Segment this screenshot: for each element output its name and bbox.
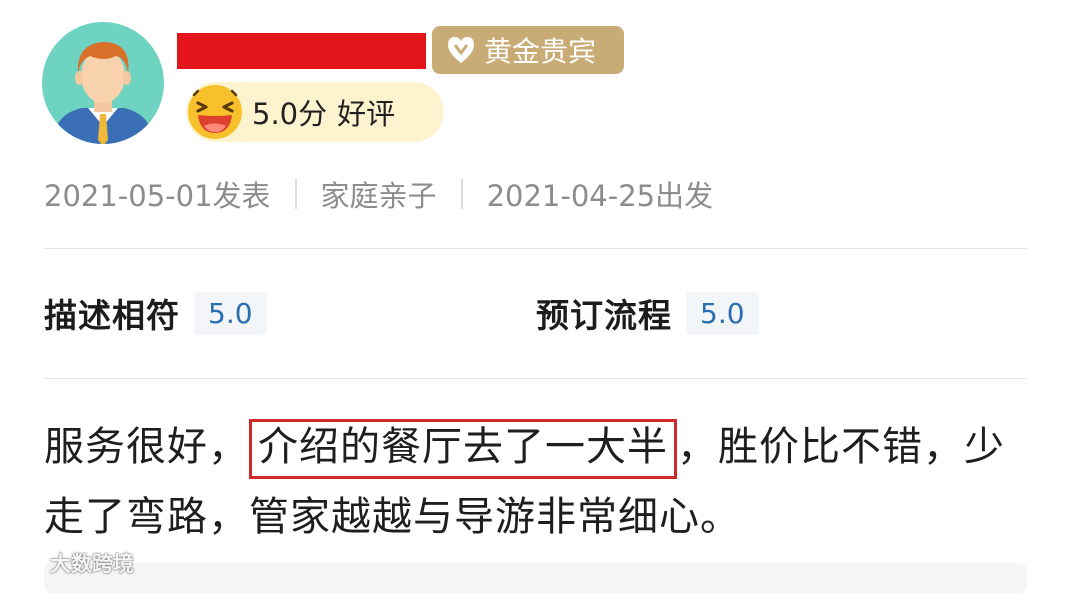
score-value: 5.0 — [194, 291, 267, 335]
vip-badge: 黄金贵宾 — [432, 26, 624, 74]
score-booking-process: 预订流程 5.0 — [536, 288, 759, 338]
highlighted-phrase: 介绍的餐厅去了一大半 — [249, 419, 677, 479]
divider — [44, 378, 1027, 379]
watermark: 大数跨境 — [6, 548, 134, 578]
trip-type: 家庭亲子 — [320, 179, 437, 213]
departure-date: 2021-04-25出发 — [486, 179, 714, 213]
meta-separator — [294, 179, 297, 209]
score-label: 描述相符 — [44, 296, 180, 335]
review-text: 服务很好， 介绍的餐厅去了一大半 ，胜价比不错，少走了弯路，管家越越与导游非常细心。 — [44, 412, 1034, 552]
avatar[interactable] — [42, 22, 164, 144]
redacted-username — [177, 33, 426, 69]
review-card: 黄金贵宾 5.0分 好评 2021-05-01发表 家庭亲子 2021-04-2… — [0, 0, 1075, 593]
posted-date: 2021-05-01发表 — [44, 179, 271, 213]
rating-score: 5.0分 — [252, 97, 328, 131]
diamond-heart-icon — [448, 37, 474, 63]
watermark-logo-icon — [6, 554, 46, 572]
divider — [44, 248, 1027, 249]
vip-badge-label: 黄金贵宾 — [484, 35, 597, 68]
next-section-strip — [44, 563, 1027, 593]
laughing-emoji-icon — [188, 85, 242, 139]
review-text-before: 服务很好， — [44, 424, 249, 470]
rating-pill: 5.0分 好评 — [186, 82, 444, 142]
review-meta: 2021-05-01发表 家庭亲子 2021-04-25出发 — [44, 172, 713, 216]
watermark-text: 大数跨境 — [50, 552, 134, 576]
score-description-match: 描述相符 5.0 — [44, 288, 267, 338]
score-value: 5.0 — [686, 291, 759, 335]
rating-verdict: 好评 — [337, 97, 396, 131]
meta-separator — [460, 179, 463, 209]
score-label: 预订流程 — [536, 296, 672, 335]
